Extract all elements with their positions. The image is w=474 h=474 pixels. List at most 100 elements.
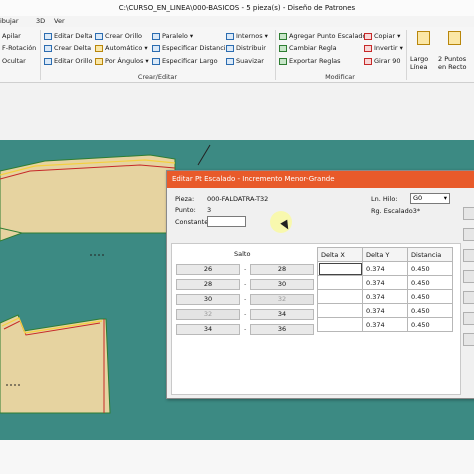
delta-y-cell[interactable]: 0.374 [362, 275, 408, 290]
dialog-side-button[interactable] [463, 291, 474, 304]
agregar-punto-escalado-icon [279, 33, 287, 40]
ribbon-copiar[interactable]: Copiar ▾ [364, 32, 400, 41]
ribbon-crear-delta[interactable]: Crear Delta [44, 44, 91, 53]
dialog-side-button[interactable] [463, 249, 474, 262]
suavizar-icon [226, 58, 234, 65]
delta-table: Delta X Delta Y Distancia 0.374 0.450 0.… [317, 247, 453, 332]
invertir-icon [364, 45, 372, 52]
ribbon-suavizar[interactable]: Suavizar [226, 57, 264, 66]
dialog-title: Editar Pt Escalado - Incremento Menor-Gr… [167, 171, 474, 188]
salto-label: Salto [234, 250, 251, 258]
menu-3d[interactable]: 3D [36, 16, 45, 27]
status-area [0, 440, 474, 474]
delta-x-cell[interactable] [317, 289, 363, 304]
step-to-button[interactable]: 34 [250, 309, 314, 320]
delta-x-cell[interactable] [317, 303, 363, 318]
ribbon-f-rotacion[interactable]: F-Rotación [2, 44, 36, 53]
dropdown-arrow-icon: ▾ [144, 44, 148, 52]
step-to-button[interactable]: 36 [250, 324, 314, 335]
distancia-cell[interactable]: 0.450 [407, 289, 453, 304]
window-title: C:\CURSO_EN_LINEA\000-BASICOS - 5 pieza(… [0, 0, 474, 16]
ribbon-apilar[interactable]: Apilar [2, 32, 21, 41]
table-header-row: Delta X Delta Y Distancia [317, 247, 453, 262]
pattern-piece-lower [0, 314, 111, 414]
group-label-crear-editar: Crear/Editar [137, 73, 178, 81]
ribbon-internos[interactable]: Internos ▾ [226, 32, 268, 41]
especificar-distancia-icon [152, 45, 160, 52]
step-from-button[interactable]: 30 [176, 294, 240, 305]
col-distancia: Distancia [407, 247, 453, 262]
cambiar-regla-icon [279, 45, 287, 52]
distribuir-icon [226, 45, 234, 52]
delta-y-cell[interactable]: 0.374 [362, 317, 408, 332]
step-from-button[interactable]: 26 [176, 264, 240, 275]
ribbon-por-angulos[interactable]: Por Ángulos ▾ [95, 57, 149, 66]
grading-panel: Salto 26 - 28 28 - 30 30 - 32 32 - 34 34… [171, 243, 461, 395]
step-to-button[interactable]: 30 [250, 279, 314, 290]
dialog-side-button[interactable] [463, 207, 474, 220]
dropdown-arrow-icon: ▾ [264, 32, 268, 40]
editar-pt-escalado-dialog: Editar Pt Escalado - Incremento Menor-Gr… [166, 170, 474, 399]
chevron-down-icon: ▾ [443, 194, 447, 202]
ribbon-distribuir[interactable]: Distribuir [226, 44, 266, 53]
pieza-value: 000-FALDATRA-T32 [207, 195, 269, 203]
ribbon-especificar-largo[interactable]: Especificar Largo [152, 57, 218, 66]
step-to-button[interactable]: 28 [250, 264, 314, 275]
col-delta-x: Delta X [317, 247, 363, 262]
paralelo-icon [152, 33, 160, 40]
ribbon-especificar-distancia[interactable]: Especificar Distancia [152, 44, 230, 53]
dropdown-arrow-icon: ▾ [399, 44, 403, 52]
ribbon-girar-90[interactable]: Girar 90 [364, 57, 401, 66]
ribbon-editar-orillo[interactable]: Editar Orillo [44, 57, 93, 66]
delta-x-cell[interactable] [317, 275, 363, 290]
constante-label: Constante: [175, 218, 211, 226]
step-from-button[interactable]: 34 [176, 324, 240, 335]
ribbon-paralelo[interactable]: Paralelo ▾ [152, 32, 193, 41]
ribbon-exportar-reglas[interactable]: Exportar Reglas [279, 57, 341, 66]
delta-x-cell[interactable] [317, 317, 363, 332]
delta-y-cell[interactable]: 0.374 [362, 289, 408, 304]
col-delta-y: Delta Y [362, 247, 408, 262]
table-row: 0.374 0.450 [317, 289, 453, 304]
ribbon-ocultar[interactable]: Ocultar [2, 57, 26, 66]
dialog-side-button[interactable] [463, 270, 474, 283]
step-from-button[interactable]: 28 [176, 279, 240, 290]
delta-x-cell[interactable] [317, 261, 363, 276]
ribbon-editar-delta[interactable]: Editar Delta [44, 32, 93, 41]
dialog-side-button[interactable] [463, 333, 474, 346]
step-from-button-disabled: 32 [176, 309, 240, 320]
pieza-label: Pieza: [175, 195, 195, 203]
cursor-line [197, 144, 211, 166]
ribbon-largo-linea[interactable]: Largo Línea [410, 29, 436, 73]
copiar-icon [364, 33, 372, 40]
editar-delta-icon [44, 33, 52, 40]
distancia-cell[interactable]: 0.450 [407, 261, 453, 276]
editar-orillo-icon [44, 58, 52, 65]
step-to-button-disabled: 32 [250, 294, 314, 305]
ribbon-crear-orillo[interactable]: Crear Orillo [95, 32, 142, 41]
especificar-largo-icon [152, 58, 160, 65]
automatico-icon [95, 45, 103, 52]
menu-ver[interactable]: Ver [54, 16, 65, 27]
table-row: 0.374 0.450 [317, 261, 453, 276]
menu-dibujar[interactable]: ibujar [0, 16, 19, 27]
punto-value: 3 [207, 206, 212, 214]
crear-orillo-icon [95, 33, 103, 40]
dialog-side-button[interactable] [463, 312, 474, 325]
ribbon-2-puntos-en-recto[interactable]: 2 Puntos en Recto [438, 29, 474, 73]
largo-linea-icon [417, 31, 430, 45]
ribbon-automatico[interactable]: Automático ▾ [95, 44, 148, 53]
ln-hilo-select[interactable]: G0 ▾ [410, 193, 450, 204]
distancia-cell[interactable]: 0.450 [407, 317, 453, 332]
dialog-side-button[interactable] [463, 228, 474, 241]
delta-y-cell[interactable]: 0.374 [362, 303, 408, 318]
dos-puntos-icon [448, 31, 461, 45]
pattern-piece-upper [0, 154, 176, 234]
ribbon-invertir[interactable]: Invertir ▾ [364, 44, 403, 53]
ribbon-cambiar-regla[interactable]: Cambiar Regla [279, 44, 337, 53]
distancia-cell[interactable]: 0.450 [407, 275, 453, 290]
distancia-cell[interactable]: 0.450 [407, 303, 453, 318]
delta-y-cell[interactable]: 0.374 [362, 261, 408, 276]
constante-input[interactable] [207, 216, 246, 227]
ribbon-agregar-punto-escalado[interactable]: Agregar Punto Escalado [279, 32, 367, 41]
